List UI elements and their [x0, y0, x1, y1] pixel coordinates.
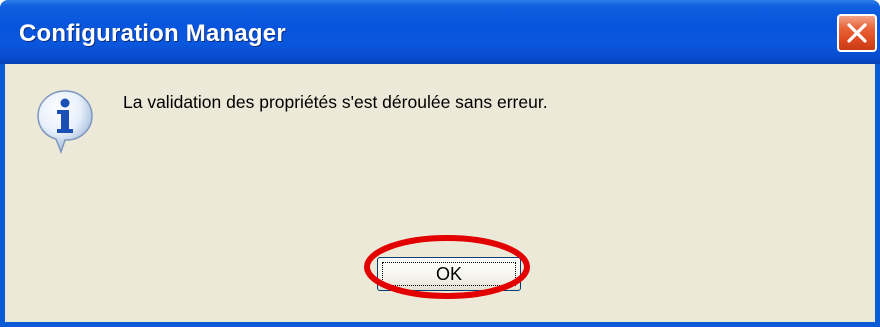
- dialog-window: Configuration Manager La validation des …: [0, 0, 880, 327]
- title-bar[interactable]: Configuration Manager: [0, 0, 880, 64]
- information-icon: [37, 90, 93, 154]
- ok-button[interactable]: OK: [377, 257, 521, 291]
- close-button[interactable]: [837, 14, 877, 52]
- dialog-message: La validation des propriétés s'est dérou…: [123, 92, 548, 112]
- dialog-body: La validation des propriétés s'est dérou…: [5, 64, 875, 322]
- ok-button-label: OK: [435, 264, 462, 284]
- close-x-icon: [847, 23, 867, 43]
- window-title: Configuration Manager: [19, 20, 286, 47]
